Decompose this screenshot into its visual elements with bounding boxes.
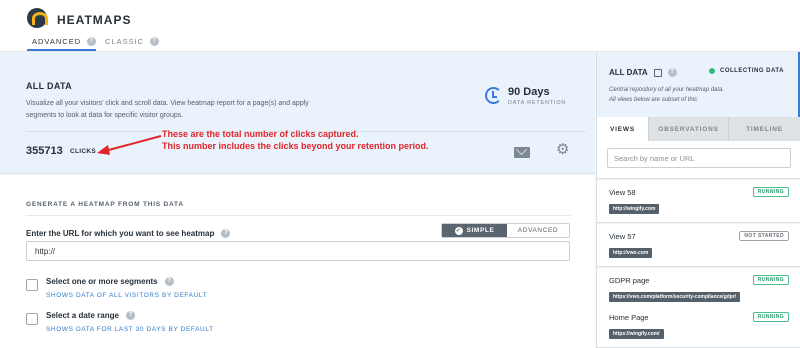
retention-clock-icon	[485, 87, 502, 104]
date-range-default-link[interactable]: SHOWS DATA FOR LAST 30 DAYS BY DEFAULT	[46, 326, 214, 333]
status-badge: RUNNING	[752, 275, 789, 285]
advanced-mode-button[interactable]: ADVANCED	[507, 224, 569, 237]
mail-icon[interactable]	[514, 147, 530, 158]
view-card[interactable]: View 58 http://wingify.com RUNNING	[597, 180, 800, 223]
view-url: http://vwo.com	[609, 248, 653, 258]
help-icon[interactable]: ?	[164, 277, 174, 286]
url-label: Enter the URL for which you want to see …	[26, 229, 215, 238]
app-header: HEATMAPS ADVANCED ? CLASSIC ?	[0, 0, 800, 52]
annotation-callout: These are the total number of clicks cap…	[162, 128, 429, 152]
segments-option: Select one or more segments ? SHOWS DATA…	[26, 277, 207, 299]
help-icon[interactable]: ?	[667, 68, 677, 77]
repository-line-1: Central repository of all your heatmap d…	[609, 87, 725, 93]
repository-description: Central repository of all your heatmap d…	[609, 85, 724, 105]
tab-views[interactable]: VIEWS	[597, 117, 649, 141]
panel-title: ALL DATA	[26, 81, 72, 91]
tab-observations[interactable]: OBSERVATIONS	[649, 117, 729, 141]
date-title-row: Select a date range ?	[46, 311, 214, 320]
date-range-option: Select a date range ? SHOWS DATA FOR LAS…	[26, 311, 214, 333]
view-url: http://wingify.com	[609, 204, 660, 214]
sidebar-tabs: VIEWS OBSERVATIONS TIMELINE	[597, 117, 800, 141]
view-url: https://wingify.com/	[609, 329, 664, 339]
help-icon[interactable]: ?	[150, 37, 160, 46]
generate-title: GENERATE A HEATMAP FROM THIS DATA	[26, 201, 184, 208]
collection-status: COLLECTING DATA	[709, 68, 784, 74]
sidebar-header: ALL DATA ? COLLECTING DATA Central repos…	[597, 52, 800, 117]
segments-title: Select one or more segments	[46, 277, 158, 286]
url-label-row: Enter the URL for which you want to see …	[26, 229, 231, 238]
repository-line-2: All views below are subset of this	[609, 97, 698, 103]
gear-icon[interactable]: ⚙	[556, 142, 570, 157]
view-url: https://vwo.com/platform/security-compli…	[609, 292, 741, 302]
tab-advanced-label: ADVANCED	[32, 37, 82, 46]
help-icon[interactable]: ?	[125, 311, 135, 320]
panel-description: Visualize all your visitors' click and s…	[26, 100, 309, 119]
url-input[interactable]	[26, 241, 570, 261]
retention-value: 90 Days	[508, 86, 550, 98]
section-divider	[26, 215, 571, 216]
views-search-input[interactable]	[607, 148, 791, 168]
check-icon: ✓	[454, 226, 463, 235]
segments-default-link[interactable]: SHOWS DATA OF ALL VISITORS BY DEFAULT	[46, 292, 207, 299]
mode-toggle: ✓ SIMPLE ADVANCED	[441, 223, 570, 238]
generate-heatmap-section: GENERATE A HEATMAP FROM THIS DATA Enter …	[0, 175, 595, 348]
segments-title-row: Select one or more segments ?	[46, 277, 207, 286]
view-name: View 58	[609, 188, 636, 197]
segments-checkbox[interactable]	[26, 279, 38, 291]
search-area	[597, 141, 800, 179]
view-name: GDPR page	[609, 276, 650, 285]
status-badge: RUNNING	[752, 187, 789, 197]
list-icon[interactable]	[653, 68, 662, 77]
clicks-count: 355713	[26, 145, 63, 157]
help-icon[interactable]: ?	[221, 229, 231, 238]
simple-mode-label: SIMPLE	[466, 227, 495, 234]
status-text: COLLECTING DATA	[720, 68, 784, 74]
status-badge: RUNNING	[752, 312, 789, 322]
advanced-mode-label: ADVANCED	[517, 227, 559, 234]
retention-label: DATA RETENTION	[508, 100, 567, 106]
annotation-arrow-icon	[97, 135, 162, 155]
annotation-line-2: This number includes the clicks beyond y…	[162, 141, 429, 151]
tab-advanced[interactable]: ADVANCED ?	[32, 37, 97, 46]
sidebar-title: ALL DATA	[609, 68, 648, 77]
date-range-title: Select a date range	[46, 311, 119, 320]
views-sidebar: ALL DATA ? COLLECTING DATA Central repos…	[596, 52, 800, 348]
date-range-checkbox[interactable]	[26, 313, 38, 325]
view-card[interactable]: Home Page https://wingify.com/ RUNNING	[597, 305, 800, 348]
tab-classic[interactable]: CLASSIC ?	[105, 37, 160, 46]
status-badge: NOT STARTED	[739, 231, 789, 241]
active-tab-indicator	[27, 49, 96, 51]
heatmaps-logo-icon	[27, 8, 48, 28]
view-name: View 57	[609, 232, 636, 241]
sidebar-title-row: ALL DATA ?	[609, 68, 677, 77]
tab-timeline[interactable]: TIMELINE	[729, 117, 800, 141]
clicks-label: CLICKS	[70, 148, 96, 155]
status-dot-icon	[709, 68, 715, 74]
view-name: Home Page	[609, 313, 649, 322]
simple-mode-button[interactable]: ✓ SIMPLE	[442, 224, 507, 237]
annotation-line-1: These are the total number of clicks cap…	[162, 129, 359, 139]
app-title: HEATMAPS	[57, 13, 132, 27]
help-icon[interactable]: ?	[87, 37, 97, 46]
view-card[interactable]: View 57 http://vwo.com NOT STARTED	[597, 224, 800, 267]
tab-classic-label: CLASSIC	[105, 37, 145, 46]
